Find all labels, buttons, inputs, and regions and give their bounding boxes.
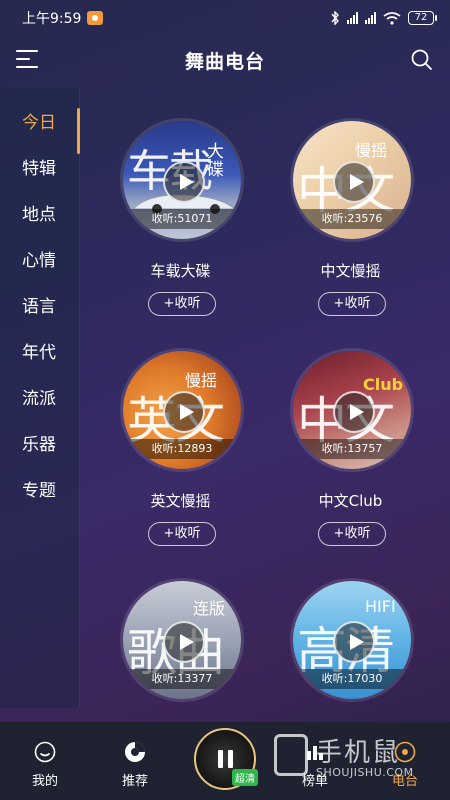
play-icon[interactable] xyxy=(163,391,205,433)
sidebar-item-place[interactable]: 地点 xyxy=(0,192,80,238)
station-cover[interactable]: 英文 慢摇 收听:12893 xyxy=(120,348,244,472)
subscribe-button[interactable]: +收听 xyxy=(318,522,386,546)
station-title[interactable]: 中文Club xyxy=(258,490,443,511)
pause-icon[interactable] xyxy=(217,750,233,768)
station-cover[interactable]: 车载 大碟 收听:51071 xyxy=(120,118,244,242)
sidebar-item-instrument[interactable]: 乐器 xyxy=(0,422,80,468)
station-cover[interactable]: 中文 慢摇 收听:23576 xyxy=(290,118,414,242)
play-icon[interactable] xyxy=(333,391,375,433)
play-count: 收听:13757 xyxy=(293,439,411,459)
subscribe-button[interactable]: +收听 xyxy=(148,522,216,546)
sidebar-item-mood[interactable]: 心情 xyxy=(0,238,80,284)
status-right: 72 xyxy=(330,11,437,25)
play-icon[interactable] xyxy=(163,621,205,663)
station-card: 中文 慢摇 收听:23576 中文慢摇 +收听 xyxy=(258,88,443,318)
station-card: 高清 HIFI 收听:17030 xyxy=(258,548,443,708)
nav-label: 推荐 xyxy=(121,774,148,789)
station-cover[interactable]: 歌曲 连版 收听:13377 xyxy=(120,578,244,702)
battery-icon: 72 xyxy=(408,11,437,25)
nav-label: 我的 xyxy=(31,774,58,789)
station-title[interactable]: 中文慢摇 xyxy=(258,260,443,281)
now-playing-disc[interactable]: 超清 xyxy=(194,728,258,790)
station-cover[interactable]: 中文 Club 收听:13757 xyxy=(290,348,414,472)
search-icon[interactable] xyxy=(410,48,434,72)
title-bar: 舞曲电台 xyxy=(0,38,450,82)
station-grid: 车载 大碟 收听:51071 车载大碟 +收听 中文 慢摇 收听:23576 中… xyxy=(80,88,450,708)
play-icon[interactable] xyxy=(163,161,205,203)
subscribe-button[interactable]: +收听 xyxy=(318,292,386,316)
signal-icon-2 xyxy=(365,12,376,24)
watermark-logo: 手机鼠 SHOUJISHU.COM xyxy=(268,728,438,788)
bluetooth-icon xyxy=(331,11,339,25)
smile-icon xyxy=(34,741,56,763)
play-icon[interactable] xyxy=(333,161,375,203)
status-left: 上午9:59 xyxy=(22,8,104,28)
sidebar-item-language[interactable]: 语言 xyxy=(0,284,80,330)
station-cover[interactable]: 高清 HIFI 收听:17030 xyxy=(290,578,414,702)
play-count: 收听:51071 xyxy=(123,209,241,229)
status-bar: 上午9:59 72 xyxy=(0,0,450,36)
station-title[interactable]: 车载大碟 xyxy=(88,260,273,281)
station-card: 中文 Club 收听:13757 中文Club +收听 xyxy=(258,318,443,548)
subscribe-button[interactable]: +收听 xyxy=(148,292,216,316)
play-count: 收听:12893 xyxy=(123,439,241,459)
menu-icon[interactable] xyxy=(16,50,38,68)
category-sidebar: 今日 特辑 地点 心情 语言 年代 流派 乐器 专题 xyxy=(0,88,80,708)
nav-item-recommend[interactable]: 推荐 xyxy=(90,722,180,789)
sidebar-item-era[interactable]: 年代 xyxy=(0,330,80,376)
play-count: 收听:13377 xyxy=(123,669,241,689)
quality-badge: 超清 xyxy=(232,769,258,786)
station-card: 车载 大碟 收听:51071 车载大碟 +收听 xyxy=(88,88,273,318)
sidebar-item-genre[interactable]: 流派 xyxy=(0,376,80,422)
page-title: 舞曲电台 xyxy=(184,50,265,73)
station-title[interactable]: 英文慢摇 xyxy=(88,490,273,511)
camera-app-icon xyxy=(87,11,104,25)
status-time: 上午9:59 xyxy=(22,11,82,27)
sidebar-item-today[interactable]: 今日 xyxy=(0,100,80,154)
disc-icon xyxy=(125,742,145,762)
play-count: 收听:23576 xyxy=(293,209,411,229)
wifi-icon xyxy=(383,11,401,25)
play-count: 收听:17030 xyxy=(293,669,411,689)
nav-item-mine[interactable]: 我的 xyxy=(0,722,90,789)
station-card: 歌曲 连版 收听:13377 xyxy=(88,548,273,708)
sidebar-item-special[interactable]: 特辑 xyxy=(0,146,80,192)
sidebar-item-topic[interactable]: 专题 xyxy=(0,468,80,514)
signal-icon xyxy=(347,12,358,24)
station-card: 英文 慢摇 收听:12893 英文慢摇 +收听 xyxy=(88,318,273,548)
play-icon[interactable] xyxy=(333,621,375,663)
